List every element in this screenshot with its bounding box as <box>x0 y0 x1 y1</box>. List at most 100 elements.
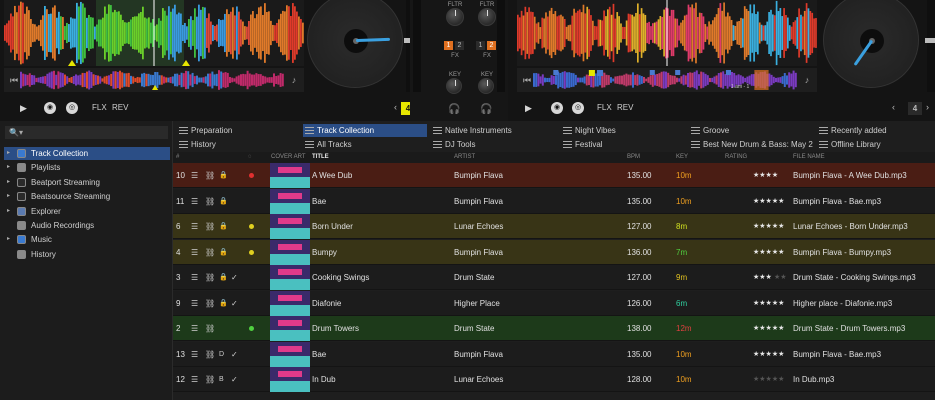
track-row[interactable]: 2 ☰ ⛓ Drum Towers Drum State 138.00 12m ★★★★★ Dr… <box>173 316 935 341</box>
fx-b-1[interactable]: 1 <box>476 41 485 50</box>
favorite-history[interactable]: History <box>177 138 301 151</box>
headphone-cue-b-icon[interactable]: 🎧 <box>480 104 492 115</box>
loop-prev-button[interactable]: ‹ <box>892 102 895 112</box>
reverse-button[interactable]: REV <box>112 101 128 115</box>
column-cover-art[interactable]: COVER ART <box>271 154 306 160</box>
column-artist[interactable]: ARTIST <box>454 154 475 160</box>
loop-next-button[interactable]: › <box>926 102 929 112</box>
favorite-best-new-drum-bass-may-2[interactable]: Best New Drum & Bass: May 2 <box>689 138 813 151</box>
track-row[interactable]: 10 ☰ ⛓ 🔒 A Wee Dub Bumpin Flava 135.00 10m ★★★★ B… <box>173 163 935 188</box>
track-row[interactable]: 11 ☰ ⛓ 🔒 Bae Bumpin Flava 135.00 10m ★★★★★ Bumpin… <box>173 188 935 214</box>
track-row[interactable]: 12 ☰ ⛓ B ✓ In Dub Lunar Echoes 128.00 10m ★★★★★ In… <box>173 367 935 392</box>
track-rating[interactable]: ★★★ <box>753 265 772 290</box>
favorite-preparation[interactable]: Preparation <box>177 124 301 137</box>
menu-icon[interactable]: ☰ <box>191 240 198 265</box>
key-knob-a[interactable] <box>446 78 462 94</box>
deck-b-platter[interactable] <box>821 0 921 92</box>
sidebar-item-playlists[interactable]: ▸ Playlists <box>4 161 170 174</box>
track-rating[interactable]: ★★★★★ <box>753 316 784 341</box>
play-button[interactable]: ▶ <box>20 101 27 115</box>
flux-button[interactable]: FLX <box>92 101 107 115</box>
column-number[interactable]: # <box>176 154 179 160</box>
expand-arrow-icon[interactable]: ▸ <box>7 233 10 246</box>
note-icon[interactable]: ♪ <box>801 74 813 86</box>
column-rating[interactable]: RATING <box>725 154 747 160</box>
track-rating-empty[interactable]: ★★★★★ <box>753 367 784 392</box>
track-rating[interactable]: ★★★★★ <box>753 189 784 214</box>
sidebar-item-beatport-streaming[interactable]: ▸ Beatport Streaming <box>4 176 170 189</box>
menu-icon[interactable]: ☰ <box>191 316 198 341</box>
favorite-festival[interactable]: Festival <box>561 138 685 151</box>
column-bpm[interactable]: BPM <box>627 154 640 160</box>
deck-a-waveform[interactable] <box>4 0 304 66</box>
track-row[interactable]: 6 ☰ ⛓ 🔒 Born Under Lunar Echoes 127.00 8m ★★★★★ L… <box>173 214 935 239</box>
expand-arrow-icon[interactable]: ▸ <box>7 161 10 174</box>
skip-icon[interactable]: ⏮ <box>8 74 20 86</box>
cue-button[interactable]: ◉ <box>551 102 563 114</box>
column-file-name[interactable]: FILE NAME <box>793 154 825 160</box>
track-rating[interactable]: ★★★★★ <box>753 214 784 239</box>
favorite-offline-library[interactable]: Offline Library <box>817 138 935 151</box>
deck-b-waveform[interactable] <box>517 0 817 66</box>
link-icon[interactable]: ⛓ <box>205 265 215 290</box>
play-button[interactable]: ▶ <box>525 101 532 115</box>
deck-a-overview[interactable]: ⏮ ♪ <box>4 68 304 92</box>
track-rating[interactable]: ★★★★★ <box>753 342 784 367</box>
menu-icon[interactable]: ☰ <box>191 291 198 316</box>
menu-icon[interactable]: ☰ <box>191 189 198 214</box>
favorite-dj-tools[interactable]: DJ Tools <box>431 138 555 151</box>
deck-a-platter[interactable] <box>305 0 405 92</box>
track-rating[interactable]: ★★★★★ <box>753 291 784 316</box>
cue-button[interactable]: ◉ <box>44 102 56 114</box>
link-icon[interactable]: ⛓ <box>205 189 215 214</box>
track-row[interactable]: 13 ☰ ⛓ D ✓ Bae Bumpin Flava 135.00 10m ★★★★★ Bumpi… <box>173 341 935 367</box>
favorite-recently-added[interactable]: Recently added <box>817 124 935 137</box>
track-row[interactable]: 4 ☰ ⛓ 🔒 Bumpy Bumpin Flava 136.00 7m ★★★★★ Bumpin… <box>173 239 935 265</box>
channel-b-fader[interactable] <box>497 0 505 92</box>
deck-b-tempo-fader[interactable] <box>925 0 935 92</box>
sidebar-item-track-collection[interactable]: ▸ Track Collection <box>4 147 170 160</box>
key-knob-b[interactable] <box>478 78 494 94</box>
fx-b-2[interactable]: 2 <box>487 41 496 50</box>
expand-arrow-icon[interactable]: ▸ <box>7 176 10 189</box>
sync-button[interactable]: ◎ <box>572 102 584 114</box>
sidebar-item-audio-recordings[interactable]: Audio Recordings <box>4 219 170 232</box>
link-icon[interactable]: ⛓ <box>205 291 215 316</box>
sidebar-item-history[interactable]: History <box>4 248 170 261</box>
column-key[interactable]: KEY <box>676 154 688 160</box>
skip-icon[interactable]: ⏮ <box>521 74 533 86</box>
link-icon[interactable]: ⛓ <box>205 214 215 239</box>
sidebar-item-beatsource-streaming[interactable]: ▸ Beatsource Streaming <box>4 190 170 203</box>
column-title[interactable]: TITLE <box>312 154 329 160</box>
link-icon[interactable]: ⛓ <box>205 240 215 265</box>
sync-button[interactable]: ◎ <box>66 102 78 114</box>
link-icon[interactable]: ⛓ <box>205 367 215 392</box>
reverse-button[interactable]: REV <box>617 101 633 115</box>
loop-size[interactable]: 4 <box>908 102 922 115</box>
menu-icon[interactable]: ☰ <box>191 163 198 188</box>
favorite-native-instruments[interactable]: Native Instruments <box>431 124 555 137</box>
favorite-all-tracks[interactable]: All Tracks <box>303 138 427 151</box>
link-icon[interactable]: ⛓ <box>205 342 215 367</box>
sidebar-item-music[interactable]: ▸ Music <box>4 233 170 246</box>
fx-a-2[interactable]: 2 <box>455 41 464 50</box>
track-rating[interactable]: ★★★★ <box>753 163 778 188</box>
track-row[interactable]: 9 ☰ ⛓ 🔒 ✓ Diafonie Higher Place 126.00 6m ★★★★★ Hi… <box>173 290 935 316</box>
favorite-night-vibes[interactable]: Night Vibes <box>561 124 685 137</box>
menu-icon[interactable]: ☰ <box>191 214 198 239</box>
favorite-track-collection[interactable]: Track Collection <box>303 124 427 137</box>
track-rating-empty[interactable]: ★★ <box>774 265 787 290</box>
headphone-cue-a-icon[interactable]: 🎧 <box>448 104 460 115</box>
menu-icon[interactable]: ☰ <box>191 367 198 392</box>
flux-button[interactable]: FLX <box>597 101 612 115</box>
sidebar-item-explorer[interactable]: ▸ Explorer <box>4 205 170 218</box>
search-input[interactable]: 🔍▾ <box>5 126 168 139</box>
deck-b-overview[interactable]: ⏮ 1.am - 1 ♪ <box>517 68 817 92</box>
fx-a-1[interactable]: 1 <box>444 41 453 50</box>
note-icon[interactable]: ♪ <box>288 74 300 86</box>
menu-icon[interactable]: ☰ <box>191 342 198 367</box>
filter-knob-b[interactable] <box>478 8 496 26</box>
filter-knob-a[interactable] <box>446 8 464 26</box>
expand-arrow-icon[interactable]: ▸ <box>7 147 10 160</box>
favorite-groove[interactable]: Groove <box>689 124 813 137</box>
